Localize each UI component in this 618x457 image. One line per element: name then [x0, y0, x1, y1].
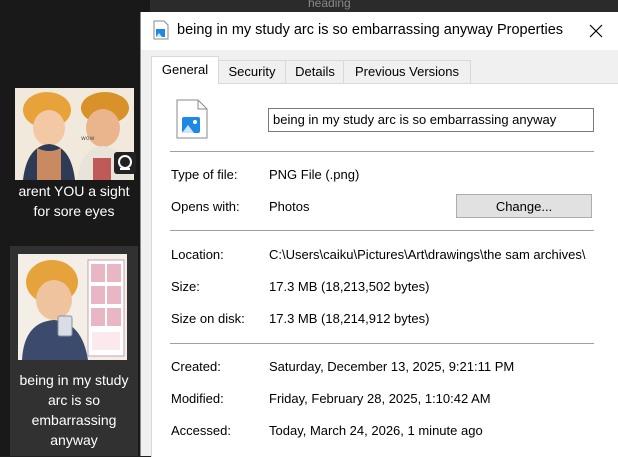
- created-value: Saturday, December 13, 2025, 9:21:11 PM: [269, 359, 515, 374]
- location-value: C:\Users\caiku\Pictures\Art\drawings\the…: [269, 247, 586, 262]
- opens-with-label: Opens with:: [171, 199, 240, 214]
- background-window-strip: heading: [140, 0, 618, 12]
- separator: [170, 230, 594, 231]
- close-icon: [589, 24, 603, 38]
- separator: [170, 151, 594, 152]
- window-title: being in my study arc is so embarrassing…: [177, 22, 564, 38]
- accessed-label: Accessed:: [171, 423, 231, 438]
- title-bar[interactable]: being in my study arc is so embarrassing…: [141, 12, 618, 50]
- modified-value: Friday, February 28, 2025, 1:10:42 AM: [269, 391, 491, 406]
- explorer-file-view: wow arent YOU a sight for sore eyes bein…: [0, 0, 150, 456]
- opens-with-value: Photos: [269, 199, 310, 214]
- size-on-disk-value: 17.3 MB (18,214,912 bytes): [269, 311, 430, 326]
- file-item-sight-for-sore-eyes[interactable]: wow arent YOU a sight for sore eyes: [10, 80, 138, 230]
- type-of-file-value: PNG File (.png): [269, 167, 360, 182]
- photos-file-icon: [176, 99, 208, 139]
- location-label: Location:: [171, 247, 224, 262]
- background-partial-text: heading: [308, 0, 351, 10]
- file-item-label: being in my study arc is so embarrassing…: [19, 372, 129, 448]
- properties-dialog: being in my study arc is so embarrassing…: [140, 12, 618, 457]
- size-label: Size:: [171, 279, 200, 294]
- accessed-value: Today, March 24, 2026, 1 minute ago: [269, 423, 483, 438]
- close-button[interactable]: [573, 12, 618, 50]
- general-tab-panel: being in my study arc is so embarrassing…: [151, 83, 618, 457]
- separator: [170, 343, 594, 344]
- clip-studio-icon: [114, 152, 136, 174]
- size-value: 17.3 MB (18,213,502 bytes): [269, 279, 430, 294]
- tab-general[interactable]: General: [151, 56, 219, 84]
- tab-security[interactable]: Security: [217, 60, 287, 83]
- tab-previous-versions[interactable]: Previous Versions: [343, 60, 471, 83]
- modified-label: Modified:: [171, 391, 224, 406]
- file-item-label: arent YOU a sight for sore eyes: [18, 183, 130, 219]
- file-name-input[interactable]: being in my study arc is so embarrassing…: [268, 108, 594, 132]
- tab-details[interactable]: Details: [285, 60, 345, 83]
- png-file-icon: [153, 20, 169, 40]
- file-item-study-arc[interactable]: being in my study arc is so embarrassing…: [10, 246, 138, 456]
- created-label: Created:: [171, 359, 221, 374]
- file-thumbnail: [18, 254, 127, 360]
- change-button[interactable]: Change...: [456, 194, 592, 218]
- size-on-disk-label: Size on disk:: [171, 311, 245, 326]
- type-of-file-label: Type of file:: [171, 167, 238, 182]
- svg-text:wow: wow: [81, 135, 95, 142]
